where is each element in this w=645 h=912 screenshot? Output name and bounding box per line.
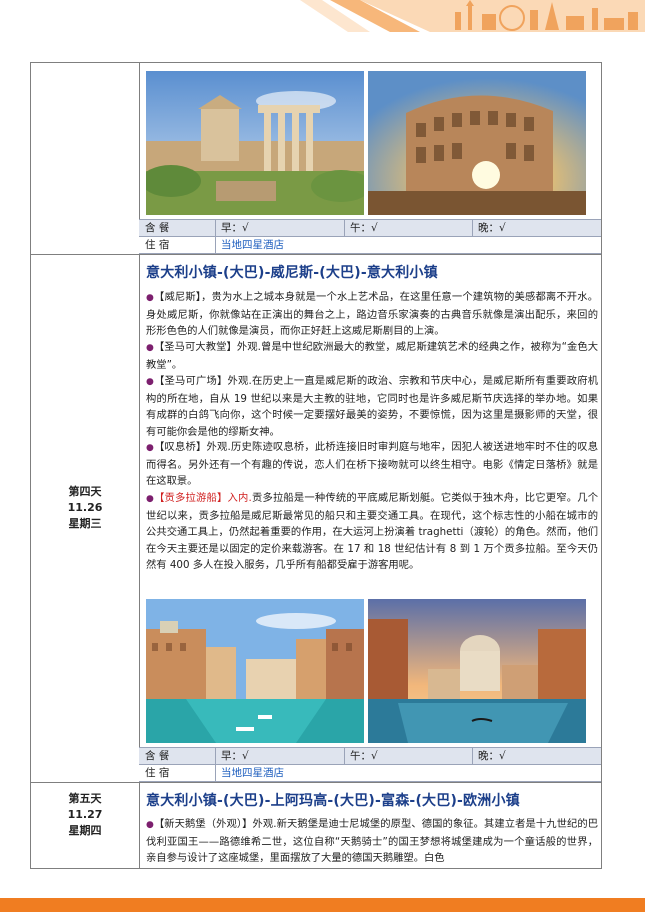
meal-label: 含 餐 xyxy=(145,750,170,762)
day4-paragraph-bridge-of-sighs: ●【叹息桥】外观.历史陈迹叹息桥，此桥连接旧时审判庭与地牢，因犯人被送进地牢时不… xyxy=(146,439,598,490)
bridge-heading: 【叹息桥】 xyxy=(154,441,207,453)
day3-hotel: 当地四星酒店 xyxy=(221,239,284,251)
footer-bar xyxy=(0,898,645,912)
breakfast-status: 早：√ xyxy=(221,222,249,234)
bullet-icon: ● xyxy=(146,293,155,303)
day4-stay-row: 住 宿 当地四星酒店 xyxy=(139,764,601,782)
day4-title: 意大利小镇-(大巴)-威尼斯-(大巴)-意大利小镇 xyxy=(146,265,438,281)
row-divider xyxy=(31,254,601,255)
breakfast-status: 早：√ xyxy=(221,750,249,762)
square-heading: 【圣马可广场】 xyxy=(154,375,228,387)
day4-paragraph-gondola: ●【贡多拉游船】入内.贡多拉船是一种传统的平底威尼斯划艇。它类似于独木舟，比它更… xyxy=(146,490,598,574)
bridge-text: 外观.历史陈迹叹息桥，此桥连接旧时审判庭与地牢，因犯人被送进地牢时不住的叹息而得… xyxy=(146,441,599,487)
dinner-status: 晚：√ xyxy=(478,222,506,234)
bullet-icon: ● xyxy=(146,494,155,504)
header-skyline-graphic xyxy=(300,0,645,32)
header-banner xyxy=(0,0,645,32)
bullet-icon: ● xyxy=(146,377,155,387)
day5-date: 11.27 xyxy=(67,808,103,821)
lunch-status: 午：√ xyxy=(350,750,378,762)
day5-weekday: 星期四 xyxy=(68,824,102,837)
basilica-heading: 【圣马可大教堂】 xyxy=(153,341,237,353)
venice-text: ，贵为水上之城本身就是一个水上艺术品，在这里任意一个建筑物的美感都离不开水。身处… xyxy=(146,291,598,337)
day4-hotel: 当地四星酒店 xyxy=(221,767,284,779)
day4-date: 11.26 xyxy=(67,501,103,514)
day4-meals-row: 含 餐 早：√ 午：√ 晚：√ xyxy=(139,747,601,764)
photo-grand-canal xyxy=(146,599,364,743)
day5-paragraph-neuschwanstein: ●【新天鹅堡（外观）】外观.新天鹅堡是迪士尼城堡的原型、德国的象征。其建立者是十… xyxy=(146,816,598,867)
day5-day: 第五天 xyxy=(68,792,102,805)
bullet-icon: ● xyxy=(146,443,155,453)
bullet-icon: ● xyxy=(146,820,154,830)
day4-day: 第四天 xyxy=(68,485,102,498)
photo-venice-sunset xyxy=(368,599,586,743)
day5-title: 意大利小镇-(大巴)-上阿玛高-(大巴)-富森-(大巴)-欧洲小镇 xyxy=(146,793,520,809)
day3-stay-row: 住 宿 当地四星酒店 xyxy=(139,236,601,254)
stay-label: 住 宿 xyxy=(145,767,170,779)
day4-paragraph-venice: ●【威尼斯】，贵为水上之城本身就是一个水上艺术品，在这里任意一个建筑物的美感都离… xyxy=(146,289,598,340)
bullet-icon: ● xyxy=(146,343,154,353)
day4-paragraph-st-marks-square: ●【圣马可广场】外观.在历史上一直是威尼斯的政治、宗教和节庆中心，是威尼斯所有重… xyxy=(146,373,598,440)
neuschwanstein-heading: 【新天鹅堡（外观）】 xyxy=(153,818,253,830)
gondola-heading: 【贡多拉游船】入内. xyxy=(154,492,252,504)
lunch-status: 午：√ xyxy=(350,222,378,234)
itinerary-table: 含 餐 早：√ 午：√ 晚：√ 住 宿 当地四星酒店 第四天 11.26 星期三… xyxy=(30,62,602,869)
venice-heading: 【威尼斯】 xyxy=(154,291,202,303)
day4-label: 第四天 11.26 星期三 xyxy=(31,484,139,532)
meal-label: 含 餐 xyxy=(145,222,170,234)
day4-paragraph-st-marks-basilica: ●【圣马可大教堂】外观.曾是中世纪欧洲最大的教堂，威尼斯建筑艺术的经典之作，被称… xyxy=(146,339,598,373)
photo-colosseum xyxy=(368,71,586,215)
row-divider xyxy=(31,782,601,783)
day3-meals-row: 含 餐 早：√ 午：√ 晚：√ xyxy=(139,219,601,236)
dinner-status: 晚：√ xyxy=(478,750,506,762)
day5-label: 第五天 11.27 星期四 xyxy=(31,791,139,839)
day-column xyxy=(31,63,140,868)
photo-roman-forum xyxy=(146,71,364,215)
stay-label: 住 宿 xyxy=(145,239,170,251)
day4-weekday: 星期三 xyxy=(68,517,102,530)
